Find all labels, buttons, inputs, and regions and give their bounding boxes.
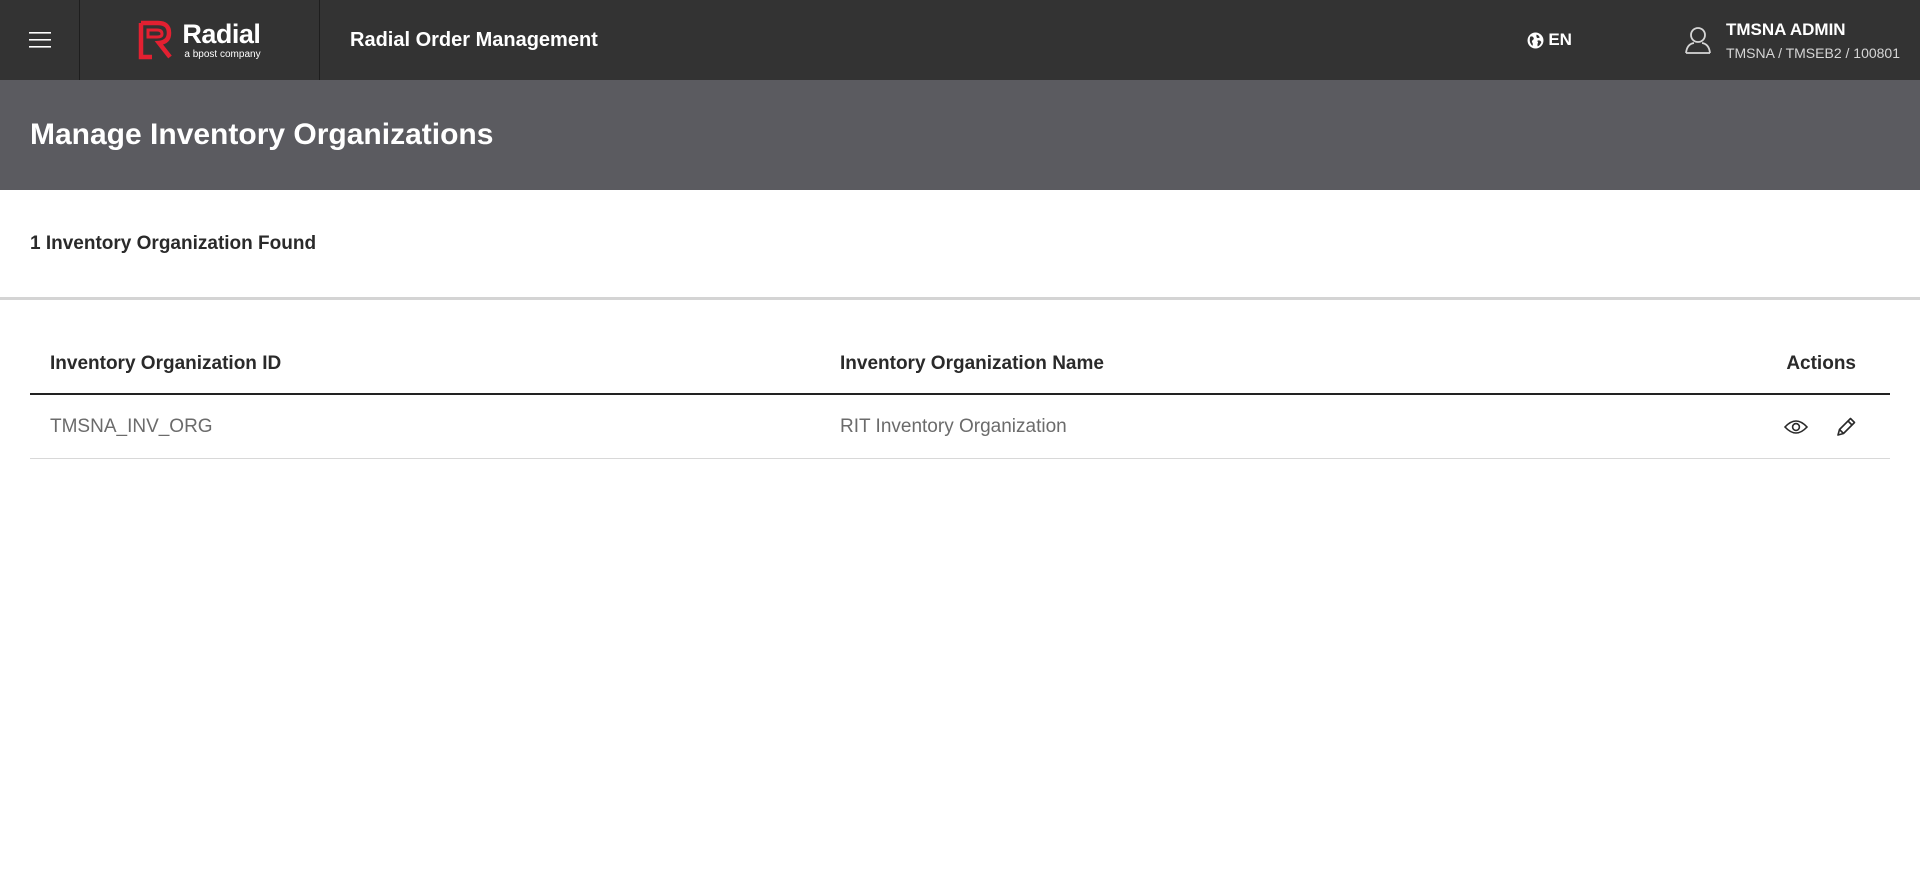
globe-icon <box>1527 32 1544 48</box>
column-header-actions: Actions <box>1786 353 1856 374</box>
results-summary: 1 Inventory Organization Found <box>0 190 1920 300</box>
cell-org-id: TMSNA_INV_ORG <box>50 415 213 437</box>
language-label: EN <box>1548 30 1572 49</box>
top-header: Radial a bpost company Radial Order Mana… <box>0 0 1920 80</box>
view-button[interactable] <box>1782 413 1810 441</box>
page-title: Manage Inventory Organizations <box>30 118 494 151</box>
user-name: TMSNA ADMIN <box>1725 19 1846 39</box>
user-icon <box>1685 27 1711 54</box>
user-menu[interactable]: TMSNA ADMIN TMSNA / TMSEB2 / 100801 <box>1684 20 1900 61</box>
edit-button[interactable] <box>1832 413 1860 441</box>
inventory-org-table: Inventory Organization ID Inventory Orga… <box>30 335 1890 459</box>
column-header-name: Inventory Organization Name <box>840 353 1104 374</box>
column-header-id: Inventory Organization ID <box>50 353 282 374</box>
brand-logo[interactable]: Radial a bpost company <box>80 0 320 80</box>
cell-org-name: RIT Inventory Organization <box>840 415 1067 437</box>
user-info: TMSNA ADMIN TMSNA / TMSEB2 / 100801 <box>1726 20 1900 61</box>
brand-tagline: a bpost company <box>184 48 261 60</box>
results-count: 1 Inventory Organization Found <box>30 232 317 254</box>
menu-button[interactable] <box>0 0 80 80</box>
logo-text: Radial a bpost company <box>182 18 261 60</box>
language-selector[interactable]: EN <box>1527 30 1572 50</box>
page-title-band: Manage Inventory Organizations <box>0 80 1920 190</box>
brand-name: Radial <box>182 18 261 49</box>
radial-logo-icon <box>139 20 173 60</box>
pencil-icon <box>1837 417 1856 436</box>
cell-actions <box>1730 413 1890 441</box>
user-context: TMSNA / TMSEB2 / 100801 <box>1725 44 1900 61</box>
eye-icon <box>1784 419 1808 434</box>
app-title: Radial Order Management <box>350 28 598 51</box>
hamburger-menu-icon <box>28 32 51 48</box>
table-row: TMSNA_INV_ORG RIT Inventory Organization <box>30 395 1890 459</box>
table-header: Inventory Organization ID Inventory Orga… <box>30 335 1890 395</box>
